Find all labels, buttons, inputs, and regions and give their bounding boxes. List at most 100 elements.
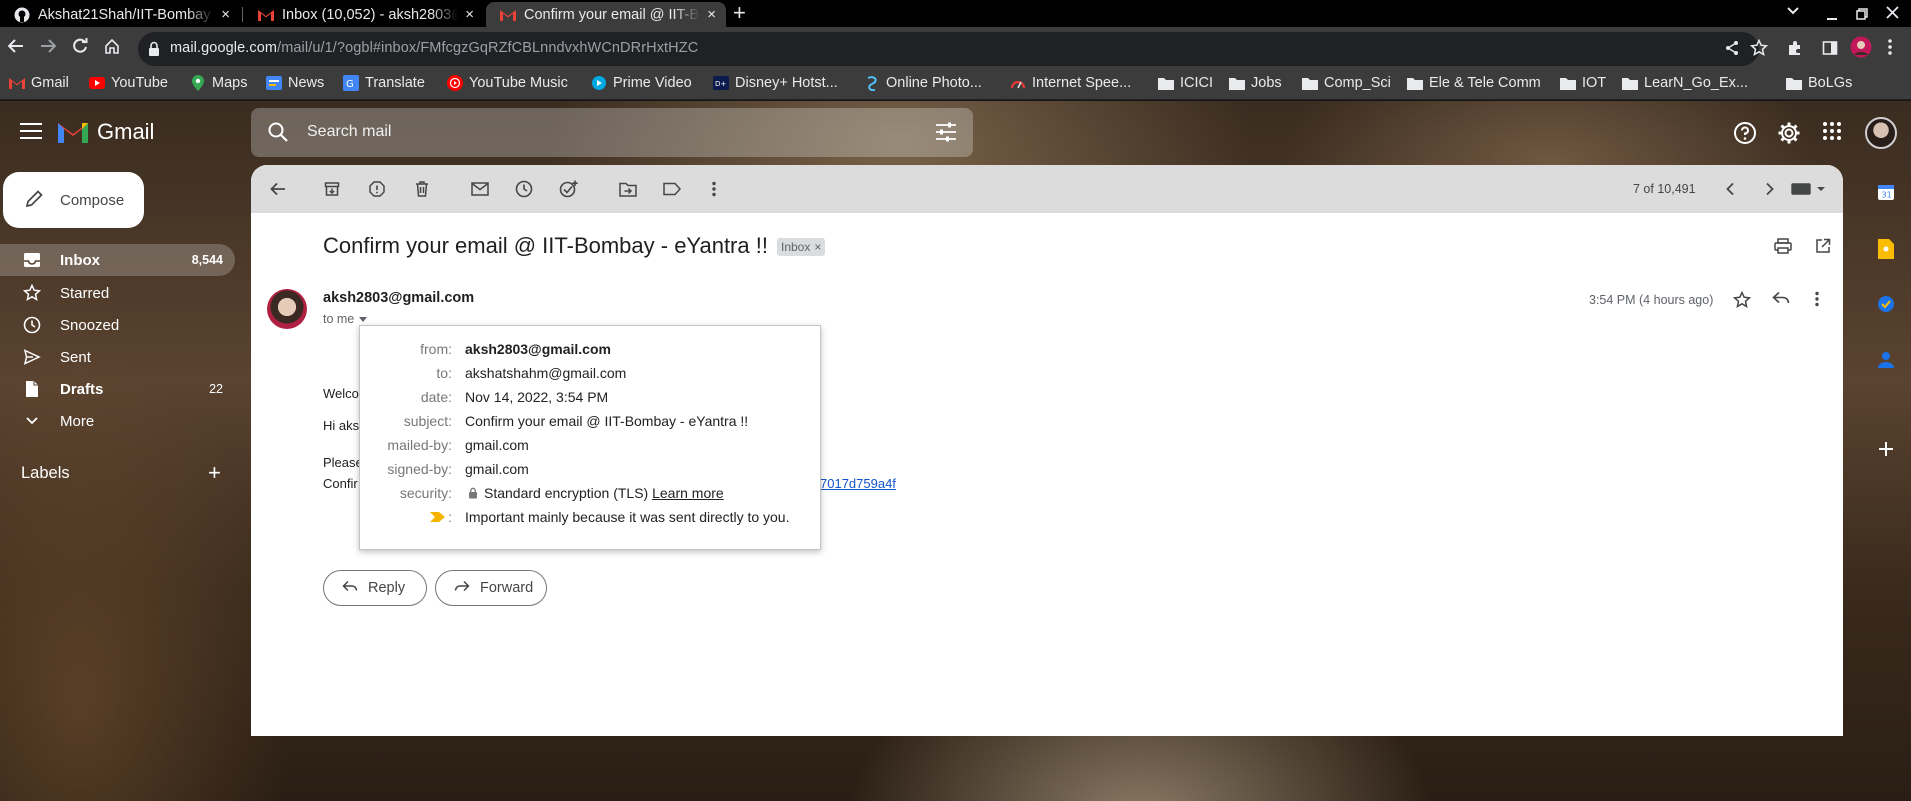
search-options-icon[interactable] [935, 122, 957, 145]
side-panel-icon[interactable] [1822, 40, 1838, 61]
remove-label-icon[interactable]: × [814, 240, 821, 254]
close-tab-icon[interactable]: × [221, 6, 230, 23]
more-actions-icon[interactable] [704, 179, 724, 199]
snooze-icon[interactable] [514, 179, 534, 199]
bookmark-hotstar[interactable]: D+ Disney+ Hotst... [713, 75, 838, 91]
show-details-caret-icon[interactable] [359, 317, 368, 323]
bookmark-translate[interactable]: G Translate [343, 75, 425, 91]
back-icon[interactable] [4, 36, 28, 60]
bookmark-maps[interactable]: Maps [190, 75, 247, 91]
profile-avatar[interactable] [1850, 36, 1872, 63]
tab-search-icon[interactable] [1786, 3, 1800, 20]
recipient-line[interactable]: to me [323, 312, 368, 326]
bookmark-news[interactable]: News [266, 75, 324, 91]
message-more-icon[interactable] [1815, 291, 1819, 310]
search-bar[interactable] [251, 108, 973, 157]
learn-more-link[interactable]: Learn more [652, 485, 724, 501]
gmail-wordmark[interactable]: Gmail [97, 119, 154, 145]
detail-value: Important mainly because it was sent dir… [465, 509, 790, 525]
bookmark-folder-blogs[interactable]: BoLGs [1786, 75, 1852, 91]
close-tab-icon[interactable]: × [707, 6, 716, 23]
bookmark-folder-jobs[interactable]: Jobs [1229, 75, 1282, 91]
bookmark-prime-video[interactable]: Prime Video [591, 75, 692, 91]
report-spam-icon[interactable] [367, 179, 387, 199]
open-new-window-icon[interactable] [1815, 238, 1831, 257]
bookmark-gmail[interactable]: Gmail [9, 75, 69, 91]
gmail-logo-icon[interactable] [58, 120, 88, 143]
tasks-icon[interactable] [1876, 294, 1896, 314]
main-menu-icon[interactable] [20, 123, 42, 139]
star-icon [22, 284, 42, 302]
address-bar[interactable]: mail.google.com/mail/u/1/?ogbl#inbox/FMf… [138, 32, 1769, 66]
create-label-button[interactable]: + [208, 462, 221, 484]
chrome-menu-icon[interactable] [1888, 38, 1892, 61]
mark-unread-icon[interactable] [470, 179, 490, 199]
lock-icon[interactable] [147, 41, 161, 57]
calendar-icon[interactable]: 31 [1876, 182, 1896, 202]
back-to-inbox-icon[interactable] [268, 179, 288, 199]
restore-icon[interactable] [1856, 7, 1868, 24]
get-addons-icon[interactable] [1876, 439, 1896, 459]
browser-tab-active[interactable]: Confirm your email @ IIT-B × [486, 2, 726, 27]
search-input[interactable] [307, 120, 867, 144]
archive-icon[interactable] [322, 179, 342, 199]
sidebar-item-sent[interactable]: Sent [0, 341, 235, 373]
sender-email[interactable]: aksh2803@gmail.com [323, 290, 474, 306]
detail-row-security: security: Standard encryption (TLS) Lear… [360, 485, 822, 505]
sidebar-item-drafts[interactable]: Drafts 22 [0, 373, 235, 405]
new-tab-button[interactable]: + [733, 2, 746, 24]
input-tools-icon[interactable] [1788, 179, 1830, 199]
browser-tab-inbox[interactable]: Inbox (10,052) - aksh2803@ × [244, 2, 484, 27]
forward-icon[interactable] [36, 36, 60, 60]
apps-grid-icon[interactable] [1822, 121, 1842, 144]
move-to-icon[interactable] [618, 179, 638, 199]
contacts-icon[interactable] [1876, 350, 1896, 370]
newer-chevron-icon[interactable] [1720, 179, 1740, 199]
bookmark-folder-ele-tele[interactable]: Ele & Tele Comm [1407, 75, 1541, 91]
sidebar-item-snoozed[interactable]: Snoozed [0, 309, 235, 341]
account-avatar[interactable] [1865, 117, 1897, 149]
support-icon[interactable] [1733, 121, 1757, 148]
home-icon[interactable] [100, 36, 124, 60]
sender-avatar[interactable] [267, 289, 307, 329]
share-icon[interactable] [1724, 40, 1740, 61]
bookmark-folder-icici[interactable]: ICICI [1158, 75, 1213, 91]
delete-icon[interactable] [412, 179, 432, 199]
tab-title: Inbox (10,052) - aksh2803@ [282, 6, 458, 23]
confirmation-link[interactable]: 7017d759a4f [820, 476, 896, 491]
sidebar-item-inbox[interactable]: Inbox 8,544 [0, 244, 235, 276]
add-task-icon[interactable] [559, 179, 579, 199]
settings-gear-icon[interactable] [1777, 121, 1801, 148]
message-panel: 7 of 10,491 Confirm your email @ IIT-Bom… [251, 165, 1843, 736]
reload-icon[interactable] [68, 36, 92, 60]
close-tab-icon[interactable]: × [465, 6, 474, 23]
label-chip-inbox[interactable]: Inbox × [777, 238, 826, 256]
star-message-icon[interactable] [1732, 290, 1752, 312]
older-chevron-icon[interactable] [1760, 179, 1780, 199]
minimize-icon[interactable] [1826, 8, 1838, 25]
search-icon[interactable] [267, 121, 289, 146]
print-icon[interactable] [1774, 238, 1792, 257]
detail-value: aksh2803@gmail.com [465, 341, 611, 357]
label-icon[interactable] [662, 179, 682, 199]
bookmark-folder-learn[interactable]: LearN_Go_Ex... [1622, 75, 1748, 91]
detail-key: subject: [403, 413, 452, 429]
reply-button[interactable]: Reply [323, 570, 427, 606]
reply-icon[interactable] [1772, 291, 1790, 308]
bookmark-star-icon[interactable] [1749, 38, 1769, 62]
bookmark-youtube-music[interactable]: YouTube Music [447, 75, 568, 91]
extensions-icon[interactable] [1787, 40, 1803, 61]
forward-button[interactable]: Forward [435, 570, 547, 606]
close-window-icon[interactable] [1886, 6, 1899, 23]
compose-button[interactable]: Compose [3, 172, 144, 228]
browser-tab-github[interactable]: Akshat21Shah/IIT-Bombay × [0, 2, 240, 27]
sidebar-item-starred[interactable]: Starred [0, 277, 235, 309]
body-text-confirm: Confir [323, 476, 358, 491]
bookmark-speedtest[interactable]: Internet Spee... [1010, 75, 1131, 91]
bookmark-folder-comp-sci[interactable]: Comp_Sci [1302, 75, 1391, 91]
bookmark-folder-iot[interactable]: IOT [1560, 75, 1606, 91]
bookmark-online-photo[interactable]: Online Photo... [864, 75, 982, 91]
keep-icon[interactable] [1876, 239, 1896, 259]
bookmark-youtube[interactable]: YouTube [89, 75, 168, 91]
sidebar-item-more[interactable]: More [0, 405, 235, 437]
